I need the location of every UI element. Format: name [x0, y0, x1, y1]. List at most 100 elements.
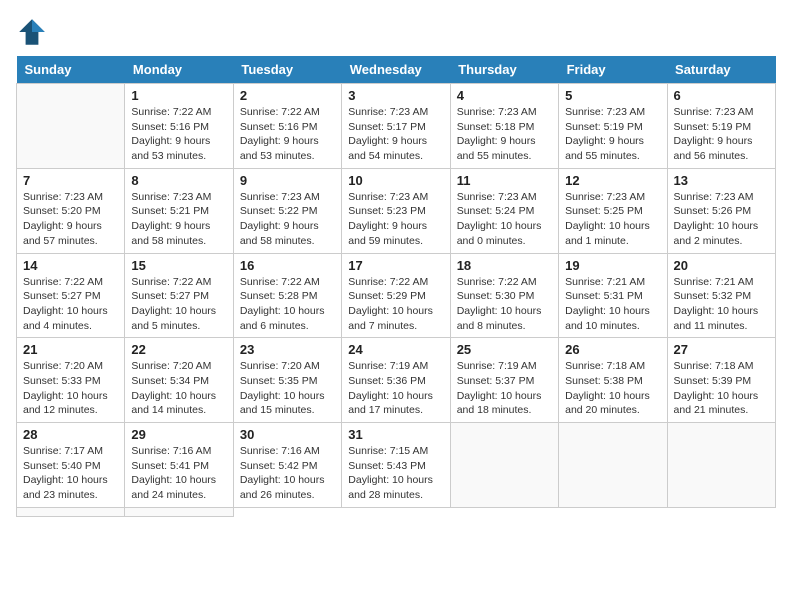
calendar-empty-cell — [17, 507, 125, 516]
day-info: Sunrise: 7:23 AMSunset: 5:19 PMDaylight:… — [565, 105, 660, 164]
calendar-empty-cell — [559, 423, 667, 508]
day-number: 11 — [457, 173, 552, 188]
day-number: 7 — [23, 173, 118, 188]
day-info: Sunrise: 7:22 AMSunset: 5:16 PMDaylight:… — [240, 105, 335, 164]
day-number: 1 — [131, 88, 226, 103]
calendar-week-row: 21 Sunrise: 7:20 AMSunset: 5:33 PMDayligh… — [17, 338, 776, 423]
day-info: Sunrise: 7:23 AMSunset: 5:19 PMDaylight:… — [674, 105, 769, 164]
calendar-week-row: 1 Sunrise: 7:22 AMSunset: 5:16 PMDaylight… — [17, 84, 776, 169]
calendar-day-14: 14Sunrise: 7:22 AMSunset: 5:27 PMDayligh… — [17, 253, 125, 338]
day-info: Sunrise: 7:16 AMSunset: 5:41 PMDaylight:… — [131, 444, 226, 503]
weekday-header-thursday: Thursday — [450, 56, 558, 84]
day-number: 28 — [23, 427, 118, 442]
day-number: 27 — [674, 342, 769, 357]
day-info: Sunrise: 7:20 AMSunset: 5:33 PMDaylight:… — [23, 359, 118, 418]
calendar-day-13: 13Sunrise: 7:23 AMSunset: 5:26 PMDayligh… — [667, 168, 775, 253]
calendar-day-16: 16 Sunrise: 7:22 AMSunset: 5:28 PMDayligh… — [233, 253, 341, 338]
day-info: Sunrise: 7:22 AMSunset: 5:27 PMDaylight:… — [23, 275, 118, 334]
calendar-week-row: 7 Sunrise: 7:23 AMSunset: 5:20 PMDaylight… — [17, 168, 776, 253]
calendar-week-row — [17, 507, 776, 516]
day-info: Sunrise: 7:17 AMSunset: 5:40 PMDaylight:… — [23, 444, 118, 503]
day-info: Sunrise: 7:21 AMSunset: 5:32 PMDaylight:… — [674, 275, 769, 334]
day-number: 9 — [240, 173, 335, 188]
day-info: Sunrise: 7:23 AMSunset: 5:17 PMDaylight:… — [348, 105, 443, 164]
day-info: Sunrise: 7:23 AMSunset: 5:25 PMDaylight:… — [565, 190, 660, 249]
day-info: Sunrise: 7:23 AMSunset: 5:22 PMDaylight:… — [240, 190, 335, 249]
day-info: Sunrise: 7:21 AMSunset: 5:31 PMDaylight:… — [565, 275, 660, 334]
calendar-day-8: 8 Sunrise: 7:23 AMSunset: 5:21 PMDaylight… — [125, 168, 233, 253]
calendar-day-12: 12 Sunrise: 7:23 AMSunset: 5:25 PMDayligh… — [559, 168, 667, 253]
calendar-empty-cell — [667, 423, 775, 508]
day-number: 10 — [348, 173, 443, 188]
day-info: Sunrise: 7:23 AMSunset: 5:20 PMDaylight:… — [23, 190, 118, 249]
calendar-week-row: 28 Sunrise: 7:17 AMSunset: 5:40 PMDayligh… — [17, 423, 776, 508]
day-number: 21 — [23, 342, 118, 357]
calendar-day-26: 26 Sunrise: 7:18 AMSunset: 5:38 PMDayligh… — [559, 338, 667, 423]
day-info: Sunrise: 7:22 AMSunset: 5:28 PMDaylight:… — [240, 275, 335, 334]
calendar-day-23: 23 Sunrise: 7:20 AMSunset: 5:35 PMDayligh… — [233, 338, 341, 423]
day-number: 26 — [565, 342, 660, 357]
calendar-day-2: 2 Sunrise: 7:22 AMSunset: 5:16 PMDaylight… — [233, 84, 341, 169]
calendar-day-4: 4 Sunrise: 7:23 AMSunset: 5:18 PMDaylight… — [450, 84, 558, 169]
day-number: 12 — [565, 173, 660, 188]
calendar-day-21: 21 Sunrise: 7:20 AMSunset: 5:33 PMDayligh… — [17, 338, 125, 423]
calendar-day-19: 19 Sunrise: 7:21 AMSunset: 5:31 PMDayligh… — [559, 253, 667, 338]
day-number: 20 — [674, 258, 769, 273]
day-info: Sunrise: 7:16 AMSunset: 5:42 PMDaylight:… — [240, 444, 335, 503]
day-info: Sunrise: 7:22 AMSunset: 5:27 PMDaylight:… — [131, 275, 226, 334]
calendar-empty-cell — [125, 507, 233, 516]
weekday-header-row: SundayMondayTuesdayWednesdayThursdayFrid… — [17, 56, 776, 84]
day-number: 4 — [457, 88, 552, 103]
day-number: 16 — [240, 258, 335, 273]
day-number: 17 — [348, 258, 443, 273]
day-info: Sunrise: 7:20 AMSunset: 5:34 PMDaylight:… — [131, 359, 226, 418]
day-number: 18 — [457, 258, 552, 273]
day-info: Sunrise: 7:19 AMSunset: 5:37 PMDaylight:… — [457, 359, 552, 418]
calendar-day-1: 1 Sunrise: 7:22 AMSunset: 5:16 PMDaylight… — [125, 84, 233, 169]
weekday-header-friday: Friday — [559, 56, 667, 84]
day-number: 24 — [348, 342, 443, 357]
calendar-empty-cell — [450, 423, 558, 508]
day-info: Sunrise: 7:22 AMSunset: 5:29 PMDaylight:… — [348, 275, 443, 334]
calendar-day-11: 11 Sunrise: 7:23 AMSunset: 5:24 PMDayligh… — [450, 168, 558, 253]
day-number: 19 — [565, 258, 660, 273]
day-info: Sunrise: 7:23 AMSunset: 5:24 PMDaylight:… — [457, 190, 552, 249]
day-info: Sunrise: 7:18 AMSunset: 5:38 PMDaylight:… — [565, 359, 660, 418]
calendar-day-22: 22Sunrise: 7:20 AMSunset: 5:34 PMDayligh… — [125, 338, 233, 423]
weekday-header-wednesday: Wednesday — [342, 56, 450, 84]
calendar-day-15: 15Sunrise: 7:22 AMSunset: 5:27 PMDayligh… — [125, 253, 233, 338]
calendar-day-29: 29 Sunrise: 7:16 AMSunset: 5:41 PMDayligh… — [125, 423, 233, 508]
page-header — [16, 16, 776, 48]
day-number: 31 — [348, 427, 443, 442]
day-number: 29 — [131, 427, 226, 442]
calendar-day-27: 27Sunrise: 7:18 AMSunset: 5:39 PMDayligh… — [667, 338, 775, 423]
day-number: 13 — [674, 173, 769, 188]
logo-icon — [16, 16, 48, 48]
day-number: 2 — [240, 88, 335, 103]
weekday-header-tuesday: Tuesday — [233, 56, 341, 84]
day-info: Sunrise: 7:22 AMSunset: 5:30 PMDaylight:… — [457, 275, 552, 334]
calendar-day-6: 6Sunrise: 7:23 AMSunset: 5:19 PMDaylight… — [667, 84, 775, 169]
weekday-header-sunday: Sunday — [17, 56, 125, 84]
calendar-day-20: 20 Sunrise: 7:21 AMSunset: 5:32 PMDayligh… — [667, 253, 775, 338]
calendar-day-31: 31Sunrise: 7:15 AMSunset: 5:43 PMDayligh… — [342, 423, 450, 508]
day-number: 23 — [240, 342, 335, 357]
day-number: 8 — [131, 173, 226, 188]
day-info: Sunrise: 7:19 AMSunset: 5:36 PMDaylight:… — [348, 359, 443, 418]
calendar-day-5: 5 Sunrise: 7:23 AMSunset: 5:19 PMDaylight… — [559, 84, 667, 169]
calendar-day-7: 7 Sunrise: 7:23 AMSunset: 5:20 PMDaylight… — [17, 168, 125, 253]
day-info: Sunrise: 7:23 AMSunset: 5:23 PMDaylight:… — [348, 190, 443, 249]
day-number: 5 — [565, 88, 660, 103]
weekday-header-monday: Monday — [125, 56, 233, 84]
calendar-day-30: 30Sunrise: 7:16 AMSunset: 5:42 PMDayligh… — [233, 423, 341, 508]
day-info: Sunrise: 7:22 AMSunset: 5:16 PMDaylight:… — [131, 105, 226, 164]
calendar-week-row: 14Sunrise: 7:22 AMSunset: 5:27 PMDayligh… — [17, 253, 776, 338]
calendar-day-25: 25Sunrise: 7:19 AMSunset: 5:37 PMDayligh… — [450, 338, 558, 423]
calendar-day-10: 10 Sunrise: 7:23 AMSunset: 5:23 PMDayligh… — [342, 168, 450, 253]
calendar-day-18: 18 Sunrise: 7:22 AMSunset: 5:30 PMDayligh… — [450, 253, 558, 338]
day-info: Sunrise: 7:23 AMSunset: 5:21 PMDaylight:… — [131, 190, 226, 249]
logo — [16, 16, 52, 48]
day-info: Sunrise: 7:23 AMSunset: 5:18 PMDaylight:… — [457, 105, 552, 164]
day-info: Sunrise: 7:20 AMSunset: 5:35 PMDaylight:… — [240, 359, 335, 418]
calendar-day-24: 24 Sunrise: 7:19 AMSunset: 5:36 PMDayligh… — [342, 338, 450, 423]
